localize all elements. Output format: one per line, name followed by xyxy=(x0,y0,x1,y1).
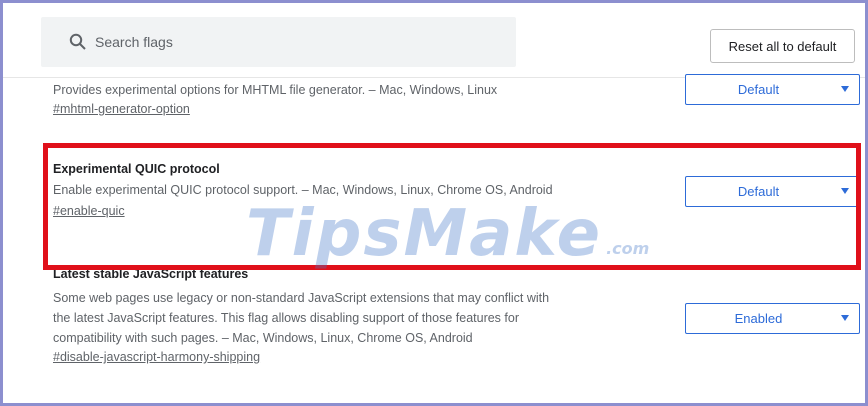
browser-frame: Search flags Reset all to default Provid… xyxy=(0,0,868,406)
flag-mhtml-select[interactable]: Default xyxy=(685,74,860,105)
flag-javascript-select[interactable]: Enabled xyxy=(685,303,860,334)
select-value: Default xyxy=(737,184,780,199)
search-input[interactable]: Search flags xyxy=(41,17,516,67)
search-icon xyxy=(69,33,86,50)
select-value: Default xyxy=(737,82,780,97)
search-placeholder: Search flags xyxy=(95,34,173,50)
chevron-down-icon xyxy=(841,315,849,321)
flag-hash-link[interactable]: #disable-javascript-harmony-shipping xyxy=(53,350,865,364)
flag-quic-select[interactable]: Default xyxy=(685,176,860,207)
watermark-tld: .com xyxy=(606,239,650,258)
flags-header: Search flags Reset all to default xyxy=(3,3,865,77)
select-value: Enabled xyxy=(734,311,783,326)
flag-title: Experimental QUIC protocol xyxy=(53,162,220,176)
chevron-down-icon xyxy=(841,188,849,194)
chevron-down-icon xyxy=(841,86,849,92)
reset-all-button[interactable]: Reset all to default xyxy=(710,29,855,63)
flag-title: Latest stable JavaScript features xyxy=(53,267,249,281)
